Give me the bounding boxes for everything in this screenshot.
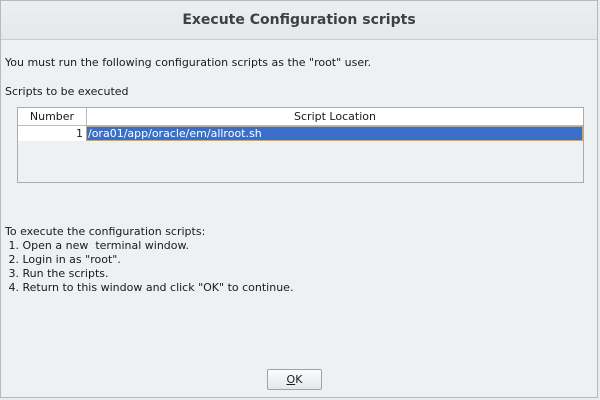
intro-text: You must run the following configuration… [5,56,372,69]
table-header: Number Script Location [18,108,583,126]
ok-button[interactable]: OK [267,369,322,390]
scripts-table: Number Script Location 1 /ora01/app/orac… [17,107,584,183]
instruction-step: 3. Run the scripts. [5,267,109,280]
script-location-cell[interactable]: /ora01/app/oracle/em/allroot.sh [86,126,583,141]
ok-button-mnemonic: O [286,373,296,386]
instruction-step: 1. Open a new terminal window. [5,239,189,252]
dialog-title: Execute Configuration scripts [1,1,597,40]
instructions: To execute the configuration scripts: 1.… [5,225,293,295]
instructions-heading: To execute the configuration scripts: [5,225,206,238]
column-header-number[interactable]: Number [18,108,87,125]
table-row[interactable]: 1 /ora01/app/oracle/em/allroot.sh [18,126,583,141]
dialog-window: Execute Configuration scripts You must r… [0,0,598,398]
ok-button-label-rest: K [295,373,303,386]
row-number-cell[interactable]: 1 [18,126,86,141]
instruction-step: 4. Return to this window and click "OK" … [5,281,294,294]
instruction-step: 2. Login in as "root". [5,253,121,266]
scripts-label: Scripts to be executed [5,85,129,98]
column-header-script-location[interactable]: Script Location [87,108,583,125]
